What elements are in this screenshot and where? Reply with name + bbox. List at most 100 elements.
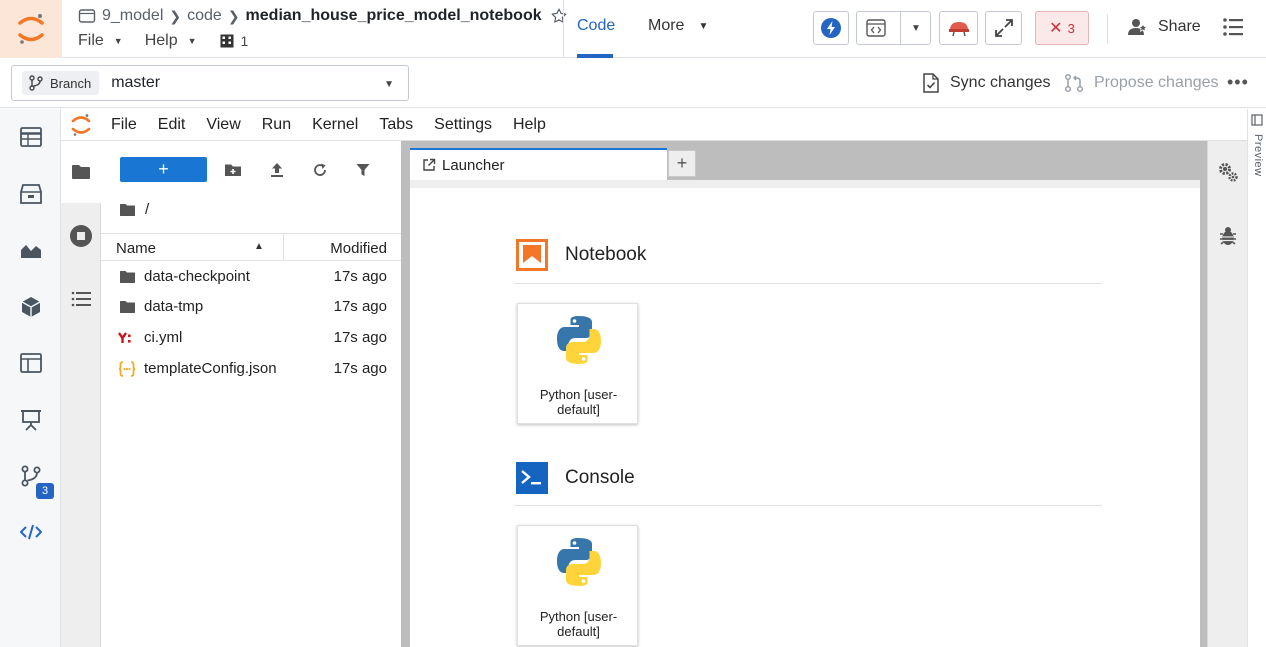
jl-menu-view[interactable]: View xyxy=(206,116,240,134)
folder-icon xyxy=(120,203,135,216)
propose-changes-button[interactable]: Propose changes xyxy=(1064,73,1219,93)
jupyter-logo-icon xyxy=(18,14,44,44)
app-logo[interactable] xyxy=(0,0,62,58)
file-check-icon xyxy=(923,73,939,93)
cube-icon[interactable] xyxy=(19,295,43,319)
kernel-status-button[interactable] xyxy=(813,11,849,45)
file-browser: + / Name ▲ Modified data-checkpoint 17s … xyxy=(101,141,401,647)
environment-button[interactable] xyxy=(939,11,978,45)
jl-menu-file[interactable]: File xyxy=(111,116,137,134)
file-row[interactable]: templateConfig.json 17s ago xyxy=(101,354,401,384)
tab-code[interactable]: Code xyxy=(577,17,615,35)
share-button[interactable]: Share xyxy=(1128,18,1201,36)
console-python-card[interactable]: Python [user- default] xyxy=(517,525,638,646)
new-folder-icon[interactable] xyxy=(223,160,243,180)
jupyter-right-sidebar xyxy=(1207,141,1247,647)
refresh-icon[interactable] xyxy=(310,160,330,180)
breadcrumb-folder[interactable]: code xyxy=(187,7,222,25)
building-icon xyxy=(220,34,234,48)
python-logo-icon xyxy=(557,316,601,364)
jl-menu-help[interactable]: Help xyxy=(513,116,546,134)
code-icon[interactable] xyxy=(19,520,43,544)
filter-icon[interactable] xyxy=(353,160,373,180)
current-path[interactable]: / xyxy=(119,201,149,218)
jl-menu-settings[interactable]: Settings xyxy=(434,116,492,134)
upload-icon[interactable] xyxy=(267,160,287,180)
jupyter-logo-icon xyxy=(61,113,101,137)
preview-label: Preview xyxy=(1252,134,1264,177)
jl-menu-edit[interactable]: Edit xyxy=(158,116,186,134)
layout-icon[interactable] xyxy=(19,351,43,375)
file-name: ci.yml xyxy=(144,329,183,346)
notebook-python-card[interactable]: Python [user- default] xyxy=(517,303,638,424)
preview-panel-icon xyxy=(1251,114,1263,126)
running-kernels-icon[interactable] xyxy=(69,224,93,248)
chevron-right-icon: ❯ xyxy=(169,7,182,24)
divider xyxy=(1107,14,1108,44)
jupyter-left-sidebar xyxy=(61,141,101,647)
chevron-right-icon: ❯ xyxy=(227,7,240,24)
sync-changes-label: Sync changes xyxy=(950,74,1051,91)
file-row[interactable]: ci.yml 17s ago xyxy=(101,323,401,353)
column-divider[interactable] xyxy=(283,234,284,261)
console-icon xyxy=(516,462,548,494)
file-modified: 17s ago xyxy=(333,360,387,377)
propose-changes-label: Propose changes xyxy=(1094,74,1219,91)
table-icon[interactable] xyxy=(19,125,43,149)
name-column-header[interactable]: Name xyxy=(116,240,156,257)
more-options-icon[interactable]: ••• xyxy=(1227,72,1249,93)
card-label-line: default] xyxy=(557,624,600,639)
preview-rail[interactable]: Preview xyxy=(1247,109,1266,647)
code-window-icon xyxy=(866,19,886,37)
caret-down-icon: ▼ xyxy=(187,36,197,46)
file-menu-label: File xyxy=(78,32,104,49)
breadcrumb-project[interactable]: 9_model xyxy=(102,7,163,25)
close-icon: ✕ xyxy=(1049,20,1063,37)
star-icon[interactable] xyxy=(550,7,568,25)
console-section-title: Console xyxy=(565,467,635,488)
divider xyxy=(563,0,564,58)
new-launcher-button[interactable]: + xyxy=(120,157,207,182)
jl-menu-kernel[interactable]: Kernel xyxy=(312,116,358,134)
plus-icon: + xyxy=(676,153,688,173)
sync-changes-button[interactable]: Sync changes xyxy=(922,73,1051,93)
pull-request-icon xyxy=(1064,73,1084,93)
folder-icon[interactable] xyxy=(69,160,93,184)
file-modified: 17s ago xyxy=(333,329,387,346)
table-of-contents-icon[interactable] xyxy=(69,287,93,311)
share-label: Share xyxy=(1158,18,1201,35)
modified-column-header[interactable]: Modified xyxy=(330,240,387,257)
card-label-line: Python [user- xyxy=(539,609,618,624)
branch-chip-label: Branch xyxy=(50,75,92,91)
presentation-icon[interactable] xyxy=(19,408,43,432)
add-tab-button[interactable]: + xyxy=(668,150,696,177)
section-divider xyxy=(514,505,1102,506)
code-view-button[interactable]: ▼ xyxy=(856,11,931,45)
notebook-title[interactable]: median_house_price_model_notebook xyxy=(246,7,542,25)
file-row[interactable]: data-checkpoint 17s ago xyxy=(101,262,401,292)
tab-more-label: More xyxy=(648,17,685,34)
branch-bar: Branch master ▼ Sync changes Propose cha… xyxy=(0,58,1266,108)
tab-launcher[interactable]: Launcher xyxy=(410,148,667,180)
jl-menu-run[interactable]: Run xyxy=(262,116,291,134)
area-chart-icon[interactable] xyxy=(19,238,43,262)
fullscreen-button[interactable] xyxy=(985,11,1022,45)
tab-more[interactable]: More ▼ xyxy=(648,17,708,35)
archive-icon[interactable] xyxy=(19,182,43,206)
debugger-icon[interactable] xyxy=(1216,224,1240,248)
property-inspector-icon[interactable] xyxy=(1216,160,1240,184)
file-modified: 17s ago xyxy=(333,298,387,315)
resource-count[interactable]: 1 xyxy=(219,33,249,49)
lightning-icon xyxy=(821,18,841,38)
branch-select[interactable]: Branch master ▼ xyxy=(11,65,409,101)
jl-menu-tabs[interactable]: Tabs xyxy=(379,116,413,134)
file-row[interactable]: data-tmp 17s ago xyxy=(101,292,401,322)
plus-icon: + xyxy=(158,159,169,179)
help-menu[interactable]: Help ▼ xyxy=(145,32,197,50)
notebook-section-title: Notebook xyxy=(565,244,647,265)
list-menu-icon[interactable] xyxy=(1222,16,1244,38)
file-menu[interactable]: File ▼ xyxy=(78,32,123,50)
resource-count-value: 1 xyxy=(240,33,249,49)
file-modified: 17s ago xyxy=(333,268,387,285)
error-count-button[interactable]: ✕ 3 xyxy=(1035,11,1089,45)
